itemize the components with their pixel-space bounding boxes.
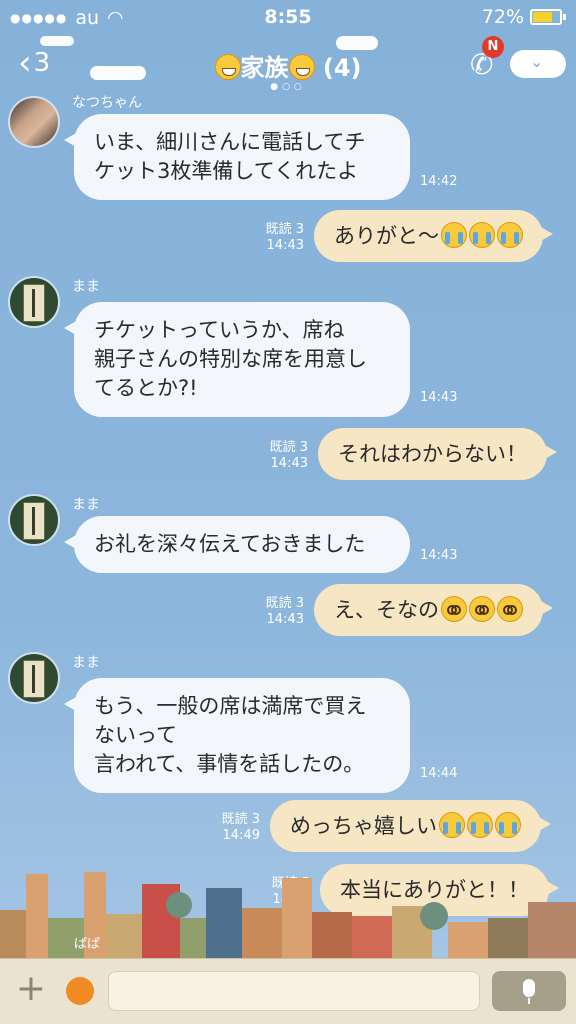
message-bubble[interactable]: それはわからない！ [318,428,557,480]
message-time: 14:43 [270,456,308,471]
avatar[interactable] [8,276,60,328]
menu-button[interactable]: ⌄ [510,50,566,78]
avatar[interactable] [8,96,60,148]
message-time: 14:44 [420,766,458,781]
flushed-emoji-icon [497,596,523,622]
message-bubble[interactable]: もう、一般の席は満席で買え ないって 言われて、事情を話したの。 [64,678,410,793]
message-bubble[interactable]: え、そなの [314,584,553,636]
message-text: それはわからない！ [338,442,527,466]
message-time: 14:43 [420,548,458,563]
message-line: もう、一般の席は満席で買え [94,694,367,718]
message-meta: 既読 3 14:43 [240,222,304,254]
crying-emoji-icon [439,812,465,838]
avatar[interactable] [8,494,60,546]
chat-title-text: 家族 [240,54,289,82]
sender-name: まま [72,279,100,295]
read-receipt: 既読 3 [265,596,304,611]
read-receipt: 既読 3 [265,222,304,237]
member-count: (4) [322,54,362,82]
page-indicator: ●○○ [270,82,306,92]
avatar[interactable] [8,652,60,704]
message-line: ないって [94,723,177,747]
status-bar: ●●●●● au ◠ 8:55 72% [0,0,576,36]
plus-icon[interactable]: + [14,971,48,1007]
crying-emoji-icon [495,812,521,838]
message-line: ケット3枚準備してくれたよ [94,159,359,183]
footer-sender-name: ぱぱ [74,937,101,952]
message-line: てるとか?! [94,376,198,400]
message-time: 14:43 [420,390,458,405]
message-time: 14:42 [420,174,458,189]
crying-emoji-icon [467,812,493,838]
read-receipt: 既読 3 [269,440,308,455]
message-line: お礼を深々伝えておきました [94,532,366,556]
flushed-emoji-icon [469,596,495,622]
message-bubble[interactable]: ありがと〜 [314,210,553,262]
message-input[interactable] [108,971,480,1011]
chevron-down-icon: ⌄ [530,52,544,71]
sender-name: まま [72,655,100,671]
message-list[interactable]: なつちゃん いま、細川さんに電話してチ ケット3枚準備してくれたよ 14:42 … [0,95,576,952]
message-bubble[interactable]: チケットっていうか、席ね 親子さんの特別な席を用意し てるとか?! [64,302,410,417]
message-meta: 既読 3 14:49 [196,812,260,844]
message-line: 親子さんの特別な席を用意し [94,347,367,371]
background-town-illustration: ぱぱ [0,858,576,958]
crying-emoji-icon [441,222,467,248]
message-line: チケットっていうか、席ね [94,318,345,342]
message-time: 14:43 [266,238,304,253]
message-bubble[interactable]: いま、細川さんに電話してチ ケット3枚準備してくれたよ [64,114,410,200]
sticker-icon[interactable] [66,977,94,1005]
message-bubble[interactable]: めっちゃ嬉しい [270,800,551,852]
sender-name: まま [72,497,100,513]
message-line: 言われて、事情を話したの。 [94,752,365,776]
message-bubble[interactable]: お礼を深々伝えておきました [64,516,410,573]
call-badge: N [482,36,504,58]
grin-emoji-icon [288,54,315,80]
battery-percent: 72% [481,6,524,28]
message-line: いま、細川さんに電話してチ [94,130,366,154]
message-text: ありがと〜 [334,224,439,248]
message-input-bar: + [0,958,576,1024]
microphone-icon [523,979,535,997]
crying-emoji-icon [497,222,523,248]
message-text: え、そなの [334,598,439,622]
read-receipt: 既読 3 [221,812,260,827]
sender-name: なつちゃん [72,95,142,111]
message-text: めっちゃ嬉しい [290,814,437,838]
message-time: 14:49 [222,828,260,843]
chat-header: ‹ 3 家族 (4) ●○○ ✆ N ⌄ [0,36,576,96]
battery-icon [530,9,562,25]
flushed-emoji-icon [441,596,467,622]
battery-indicator: 72% [482,6,566,28]
message-meta: 既読 3 14:43 [240,596,304,628]
crying-emoji-icon [469,222,495,248]
message-time: 14:43 [266,612,304,627]
grin-emoji-icon [214,54,241,80]
message-meta: 既読 3 14:43 [244,440,308,472]
voice-button[interactable] [492,971,566,1011]
